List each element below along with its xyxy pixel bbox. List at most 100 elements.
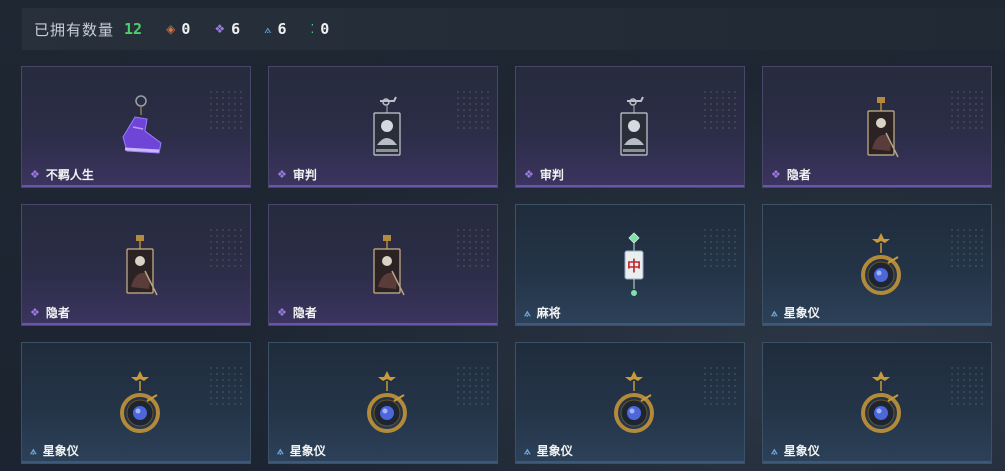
item-card[interactable]: ⟑ 星象仪 (21, 342, 251, 464)
rarity-stat-count: 0 (320, 20, 330, 38)
item-name: 不羁人生 (45, 168, 94, 182)
rarity-bar (516, 185, 744, 187)
rarity-stat: ❖ 6 (214, 20, 240, 38)
rarity-bar (22, 323, 250, 325)
item-card[interactable]: ⟑ 星象仪 (515, 342, 745, 464)
owned-count-header: 已拥有数量 12 ◈ 0 ❖ 6 ⟑ 6 ⁚ 0 (22, 8, 1005, 50)
item-label: ❖ 审判 (277, 166, 317, 183)
rarity-bar (763, 185, 991, 187)
rarity-bar (763, 323, 991, 325)
card-pattern (949, 365, 985, 407)
item-card[interactable]: ❖ 审判 (268, 66, 498, 188)
sneaker-icon (117, 93, 163, 165)
item-name: 星象仪 (42, 444, 79, 458)
item-card[interactable]: ⟑ 星象仪 (268, 342, 498, 464)
card-judge-icon (611, 93, 657, 165)
rarity-stat: ◈ 0 (166, 20, 190, 38)
item-card[interactable]: ⟑ 星象仪 (762, 342, 992, 464)
rarity-bar (516, 461, 744, 463)
rarity-bar (22, 185, 250, 187)
svg-text:中: 中 (627, 258, 641, 275)
card-pattern (455, 227, 491, 269)
mahjong-icon: 中 (611, 231, 657, 303)
rarity-stat-count: 6 (231, 20, 241, 38)
card-hermit-icon (364, 231, 410, 303)
rarity-bar (22, 461, 250, 463)
item-label: ⟑ 星象仪 (771, 304, 820, 321)
rarity-stat-count: 6 (277, 20, 287, 38)
item-label: ⟑ 麻将 (524, 304, 561, 321)
rarity-bar (269, 323, 497, 325)
card-pattern (208, 89, 244, 131)
item-label: ⟑ 星象仪 (277, 442, 326, 459)
purple-rarity-icon: ❖ (771, 168, 781, 181)
item-label: ❖ 隐者 (277, 304, 317, 321)
blue-rarity-icon: ⟑ (277, 443, 284, 457)
card-pattern (949, 227, 985, 269)
item-name: 星象仪 (783, 444, 820, 458)
rarity-bar (516, 323, 744, 325)
blue-rarity-icon: ⟑ (524, 305, 531, 319)
blue-rarity-icon: ⟑ (771, 443, 778, 457)
item-card[interactable]: ❖ 隐者 (21, 204, 251, 326)
item-label: ❖ 审判 (524, 166, 564, 183)
astrolabe-icon (117, 369, 163, 441)
green-dots-icon: ⁚ (310, 22, 315, 36)
blue-gem-icon: ⟑ (264, 21, 272, 36)
item-name: 星象仪 (536, 444, 573, 458)
item-card[interactable]: ❖ 不羁人生 (21, 66, 251, 188)
item-name: 隐者 (45, 306, 70, 320)
card-pattern (208, 227, 244, 269)
orange-diamond-icon: ◈ (166, 22, 176, 36)
item-label: ❖ 不羁人生 (30, 166, 94, 183)
item-name: 审判 (539, 168, 564, 182)
rarity-stat: ⟑ 6 (264, 20, 286, 38)
item-label: ❖ 隐者 (771, 166, 811, 183)
purple-diamond-icon: ❖ (214, 22, 226, 36)
item-name: 审判 (292, 168, 317, 182)
item-name: 星象仪 (783, 306, 820, 320)
item-label: ❖ 隐者 (30, 304, 70, 321)
purple-rarity-icon: ❖ (524, 168, 534, 181)
blue-rarity-icon: ⟑ (524, 443, 531, 457)
item-label: ⟑ 星象仪 (771, 442, 820, 459)
item-card[interactable]: ❖ 隐者 (268, 204, 498, 326)
item-name: 麻将 (536, 306, 561, 320)
card-judge-icon (364, 93, 410, 165)
purple-rarity-icon: ❖ (277, 168, 287, 181)
item-label: ⟑ 星象仪 (524, 442, 573, 459)
item-card[interactable]: ❖ 隐者 (762, 66, 992, 188)
rarity-bar (269, 461, 497, 463)
card-pattern (208, 365, 244, 407)
purple-rarity-icon: ❖ (277, 306, 287, 319)
item-label: ⟑ 星象仪 (30, 442, 79, 459)
card-hermit-icon (117, 231, 163, 303)
blue-rarity-icon: ⟑ (771, 305, 778, 319)
purple-rarity-icon: ❖ (30, 306, 40, 319)
item-name: 隐者 (786, 168, 811, 182)
item-card[interactable]: ❖ 审判 (515, 66, 745, 188)
astrolabe-icon (611, 369, 657, 441)
item-card[interactable]: ⟑ 星象仪 (762, 204, 992, 326)
owned-count-total: 12 (124, 20, 143, 38)
card-pattern (702, 227, 738, 269)
blue-rarity-icon: ⟑ (30, 443, 37, 457)
item-name: 星象仪 (289, 444, 326, 458)
card-pattern (455, 89, 491, 131)
rarity-bar (763, 461, 991, 463)
owned-count-title: 已拥有数量 (34, 20, 115, 39)
item-card[interactable]: 中 ⟑ 麻将 (515, 204, 745, 326)
astrolabe-icon (364, 369, 410, 441)
purple-rarity-icon: ❖ (30, 168, 40, 181)
rarity-bar (269, 185, 497, 187)
card-pattern (702, 365, 738, 407)
card-hermit-icon (858, 93, 904, 165)
item-name: 隐者 (292, 306, 317, 320)
astrolabe-icon (858, 231, 904, 303)
card-pattern (455, 365, 491, 407)
rarity-stat: ⁚ 0 (310, 20, 329, 38)
rarity-stat-count: 0 (181, 20, 191, 38)
astrolabe-icon (858, 369, 904, 441)
card-pattern (949, 89, 985, 131)
card-pattern (702, 89, 738, 131)
